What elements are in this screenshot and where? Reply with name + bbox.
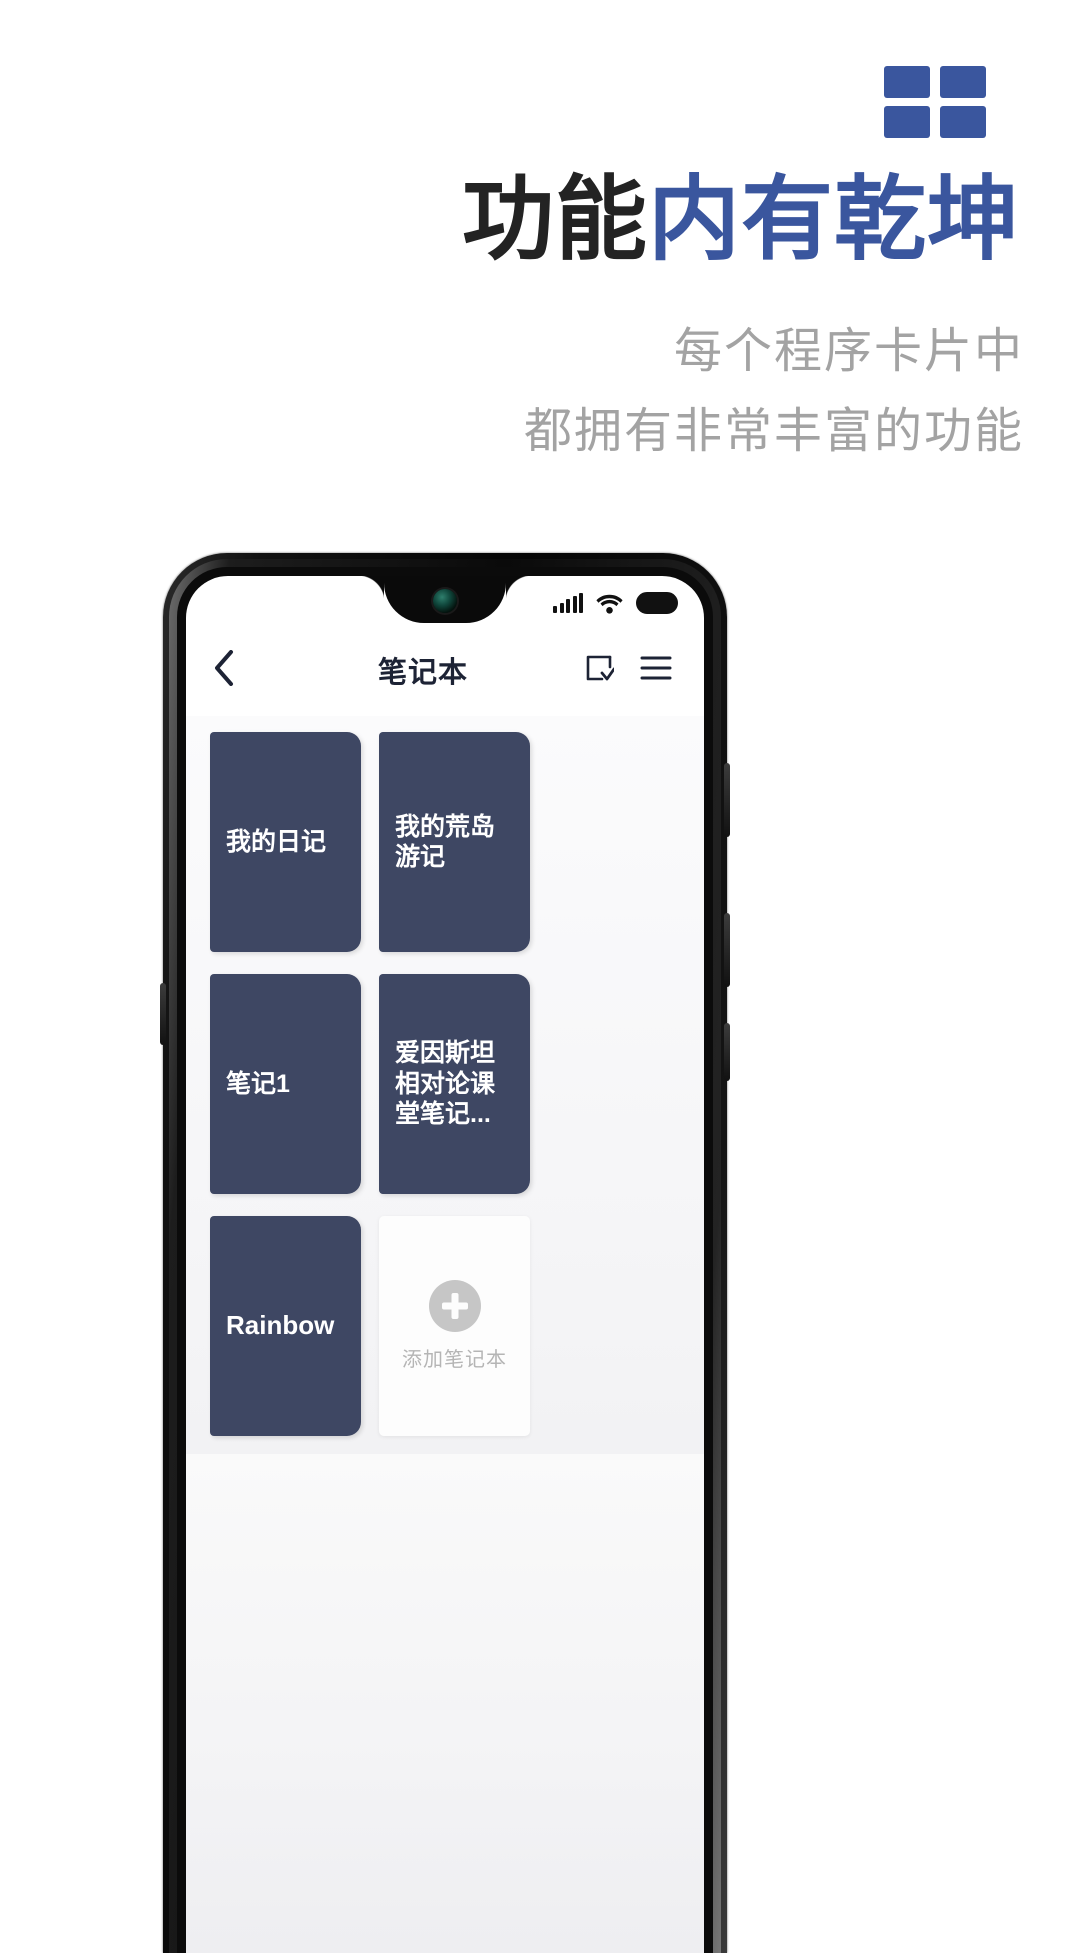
header-actions <box>584 653 704 688</box>
assistant-button[interactable] <box>160 983 166 1045</box>
power-button[interactable] <box>724 1023 730 1081</box>
add-notebook-label: 添加笔记本 <box>402 1349 507 1371</box>
notebook-title: 我的荒岛游记 <box>395 812 496 872</box>
notebook-title: 笔记1 <box>226 1069 290 1098</box>
notebook-title: 爱因斯坦相对论课堂笔记... <box>395 1039 496 1129</box>
headline: 功能内有乾坤 <box>0 168 1020 274</box>
page-title: 笔记本 <box>377 657 468 689</box>
front-camera-icon <box>433 589 457 613</box>
logo-tile-4 <box>940 106 986 138</box>
phone-mockup: 笔记本 我的日记 我的荒岛游记 笔记1 爱因斯坦相对论课堂笔记... Rainb… <box>160 553 730 1953</box>
select-check-icon[interactable] <box>584 653 616 688</box>
battery-full-icon <box>636 592 678 614</box>
notebook-card[interactable]: 我的荒岛游记 <box>379 732 530 952</box>
notebook-card[interactable]: Rainbow <box>210 1216 361 1436</box>
hamburger-menu-icon[interactable] <box>640 655 672 686</box>
volume-down-button[interactable] <box>724 913 730 987</box>
headline-part-dark: 功能 <box>461 169 648 271</box>
subtitle-line-2: 都拥有非常丰富的功能 <box>523 405 1024 458</box>
logo-tile-1 <box>884 66 930 98</box>
wifi-icon <box>596 593 623 614</box>
subtitle: 每个程序卡片中 都拥有非常丰富的功能 <box>0 312 1024 472</box>
notebook-grid: 我的日记 我的荒岛游记 笔记1 爱因斯坦相对论课堂笔记... Rainbow 添… <box>186 716 704 1454</box>
notebook-card[interactable]: 笔记1 <box>210 974 361 1194</box>
signal-bars-icon <box>553 592 583 613</box>
add-notebook-card[interactable]: 添加笔记本 <box>379 1216 530 1436</box>
phone-inner-frame: 笔记本 我的日记 我的荒岛游记 笔记1 爱因斯坦相对论课堂笔记... Rainb… <box>177 567 713 1953</box>
chevron-left-icon <box>213 649 235 691</box>
notebook-title: Rainbow <box>226 1310 335 1341</box>
phone-screen: 笔记本 我的日记 我的荒岛游记 笔记1 爱因斯坦相对论课堂笔记... Rainb… <box>186 576 704 1953</box>
notebook-card[interactable]: 爱因斯坦相对论课堂笔记... <box>379 974 530 1194</box>
back-button[interactable] <box>186 649 262 691</box>
waterdrop-notch <box>358 576 532 623</box>
subtitle-line-1: 每个程序卡片中 <box>673 325 1024 378</box>
app-header: 笔记本 <box>186 632 704 708</box>
logo-tile-2 <box>940 66 986 98</box>
logo-tile-3 <box>884 106 930 138</box>
notebook-title: 我的日记 <box>226 827 327 856</box>
headline-part-accent: 内有乾坤 <box>647 169 1020 271</box>
status-bar <box>553 590 678 616</box>
notebook-card[interactable]: 我的日记 <box>210 732 361 952</box>
plus-circle-icon <box>428 1280 481 1332</box>
volume-up-button[interactable] <box>724 763 730 837</box>
brand-logo <box>884 66 986 138</box>
